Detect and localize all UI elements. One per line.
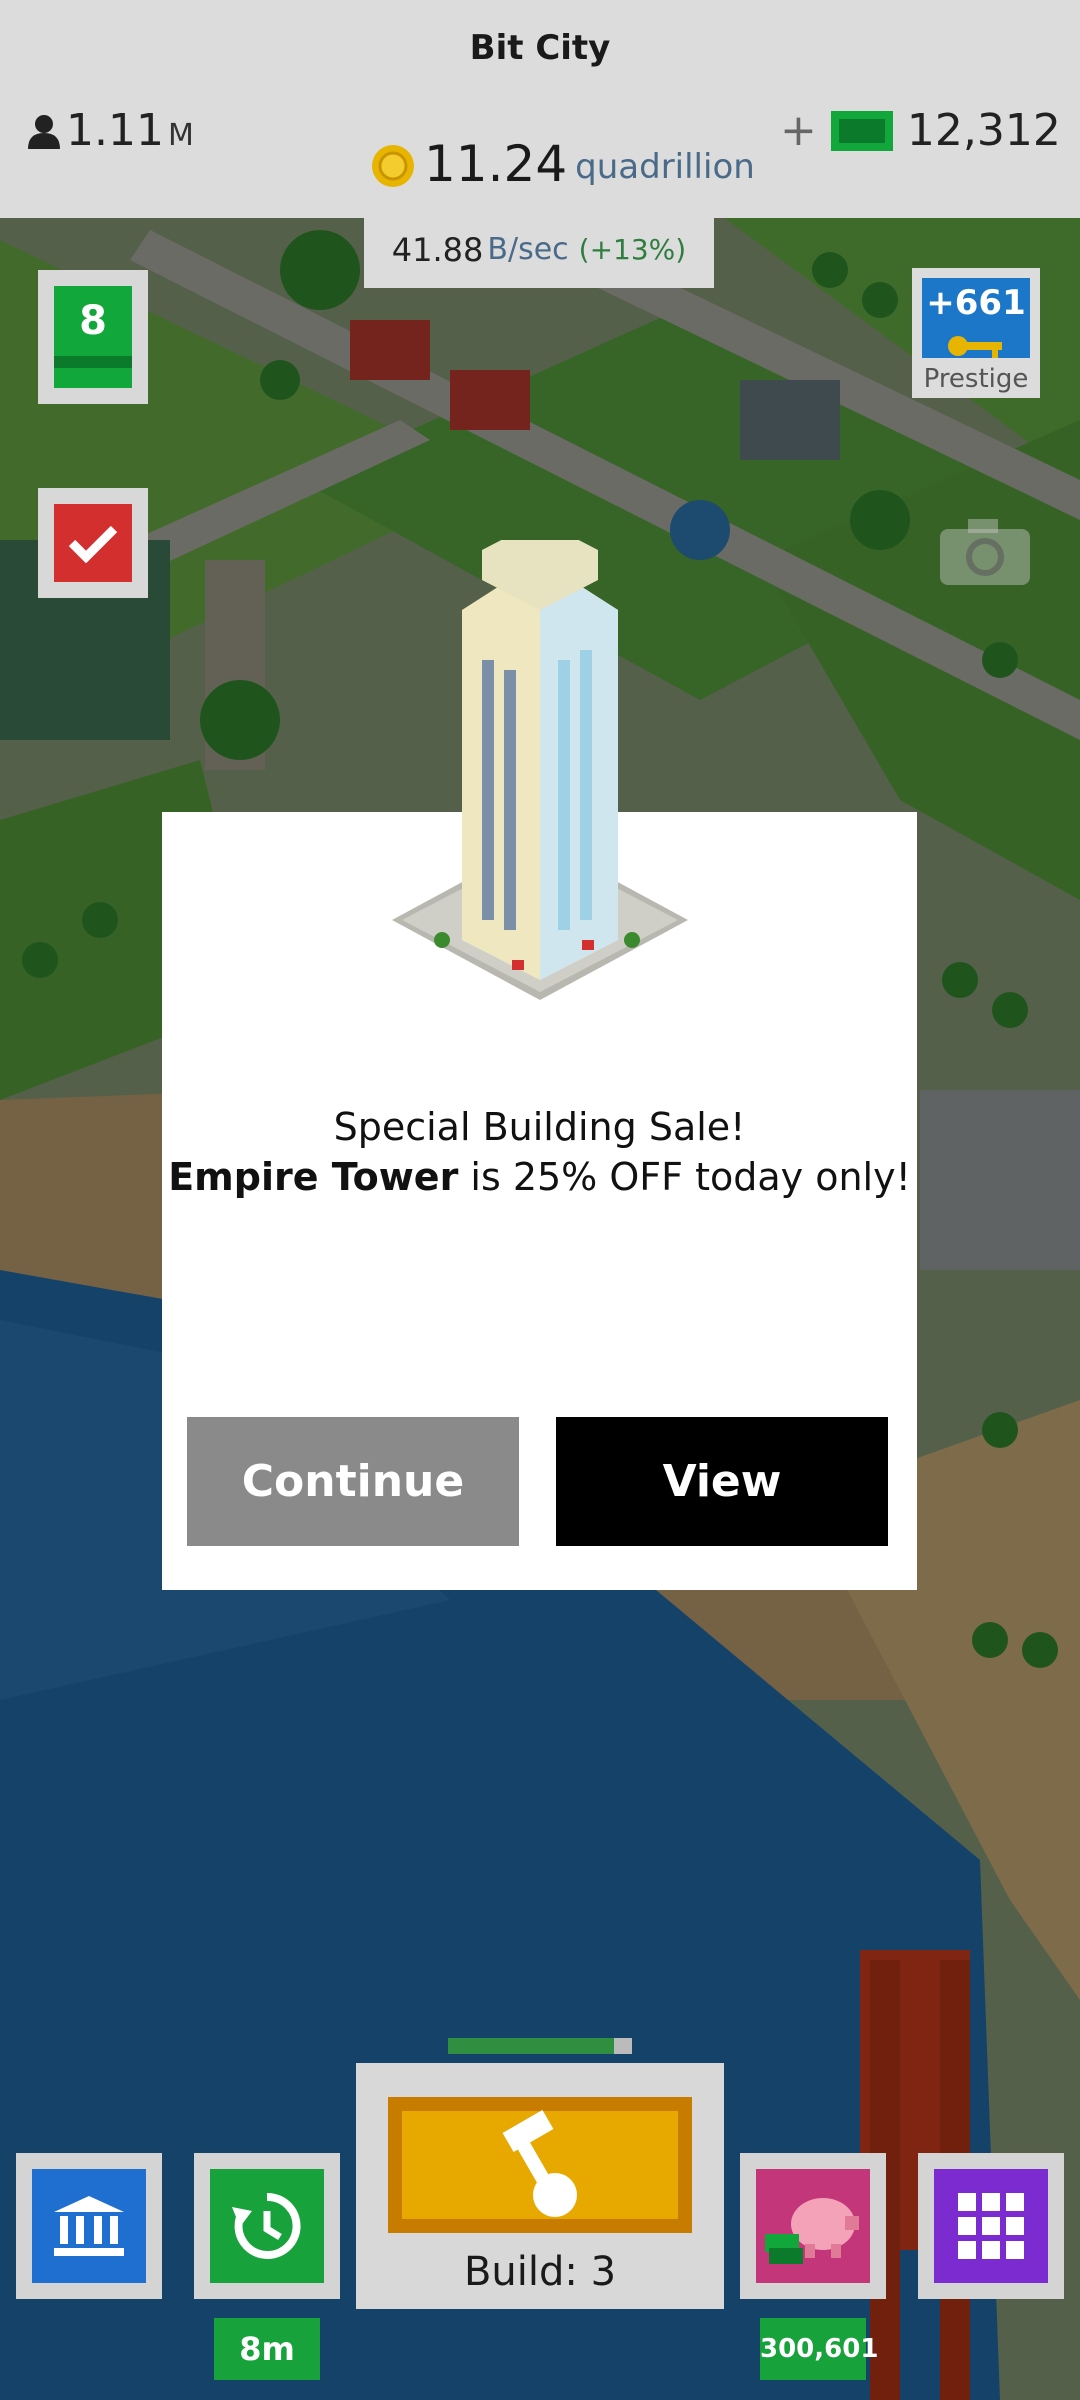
piggy-bank-value: 300,601 bbox=[760, 2318, 878, 2380]
continue-button[interactable]: Continue bbox=[187, 1417, 519, 1546]
build-progress-bar bbox=[448, 2038, 632, 2054]
coin-icon bbox=[372, 145, 414, 187]
building-name: Empire Tower bbox=[168, 1155, 459, 1199]
build-button[interactable]: Build: 3 bbox=[356, 2063, 724, 2309]
level-progress-bar bbox=[54, 356, 132, 368]
income-rate-unit: B/sec bbox=[487, 232, 569, 267]
population-value: 1.11 bbox=[66, 105, 164, 156]
build-hammer-icon bbox=[388, 2097, 692, 2233]
build-progress-fill bbox=[448, 2038, 614, 2054]
level-button[interactable]: 8 bbox=[38, 270, 148, 404]
sale-discount-text: is 25% OFF today only! bbox=[458, 1155, 911, 1199]
income-rate: 41.88 B/sec (+13%) bbox=[364, 211, 714, 288]
bank-icon bbox=[32, 2169, 146, 2283]
sale-message: Special Building Sale! Empire Tower is 2… bbox=[162, 1102, 917, 1202]
menu-grid-button[interactable] bbox=[918, 2153, 1064, 2299]
sale-headline: Special Building Sale! bbox=[333, 1105, 746, 1149]
city-name: Bit City bbox=[469, 28, 611, 68]
coin-counter: 11.24 quadrillion bbox=[370, 135, 755, 193]
timer-label: 8m bbox=[214, 2318, 320, 2380]
sale-detail: Empire Tower is 25% OFF today only! bbox=[162, 1152, 917, 1202]
level-value: 8 bbox=[54, 286, 132, 388]
tasks-button[interactable] bbox=[38, 488, 148, 598]
view-button[interactable]: View bbox=[556, 1417, 888, 1546]
build-count-label: Build: 3 bbox=[463, 2249, 617, 2295]
checkmark-icon bbox=[54, 504, 132, 582]
population-unit: M bbox=[167, 118, 194, 153]
bank-button[interactable] bbox=[16, 2153, 162, 2299]
cash-icon bbox=[830, 110, 893, 151]
coin-unit: quadrillion bbox=[575, 147, 755, 187]
time-boost-button[interactable] bbox=[194, 2153, 340, 2299]
prestige-label: Prestige bbox=[923, 364, 1029, 394]
add-cash-button[interactable]: + bbox=[780, 105, 817, 156]
grid-icon bbox=[934, 2169, 1048, 2283]
empire-tower-image bbox=[392, 540, 688, 1000]
prestige-button[interactable]: +661 Prestige bbox=[912, 268, 1040, 398]
key-icon bbox=[948, 336, 1002, 358]
top-status-bar: Bit City 1.11 M 11.24 quadrillion + 12,3… bbox=[0, 0, 1080, 218]
coin-value: 11.24 bbox=[424, 135, 568, 193]
income-boost: (+13%) bbox=[578, 233, 687, 266]
cash-value: 12,312 bbox=[906, 105, 1061, 156]
cash-counter[interactable]: + 12,312 bbox=[780, 105, 1061, 156]
piggy-bank-icon bbox=[756, 2169, 870, 2283]
piggy-bank-button[interactable] bbox=[740, 2153, 886, 2299]
clock-refresh-icon bbox=[210, 2169, 324, 2283]
person-icon bbox=[28, 114, 60, 149]
income-rate-value: 41.88 bbox=[391, 230, 484, 269]
camera-icon[interactable] bbox=[940, 515, 1030, 585]
population-counter: 1.11 M bbox=[26, 105, 194, 156]
